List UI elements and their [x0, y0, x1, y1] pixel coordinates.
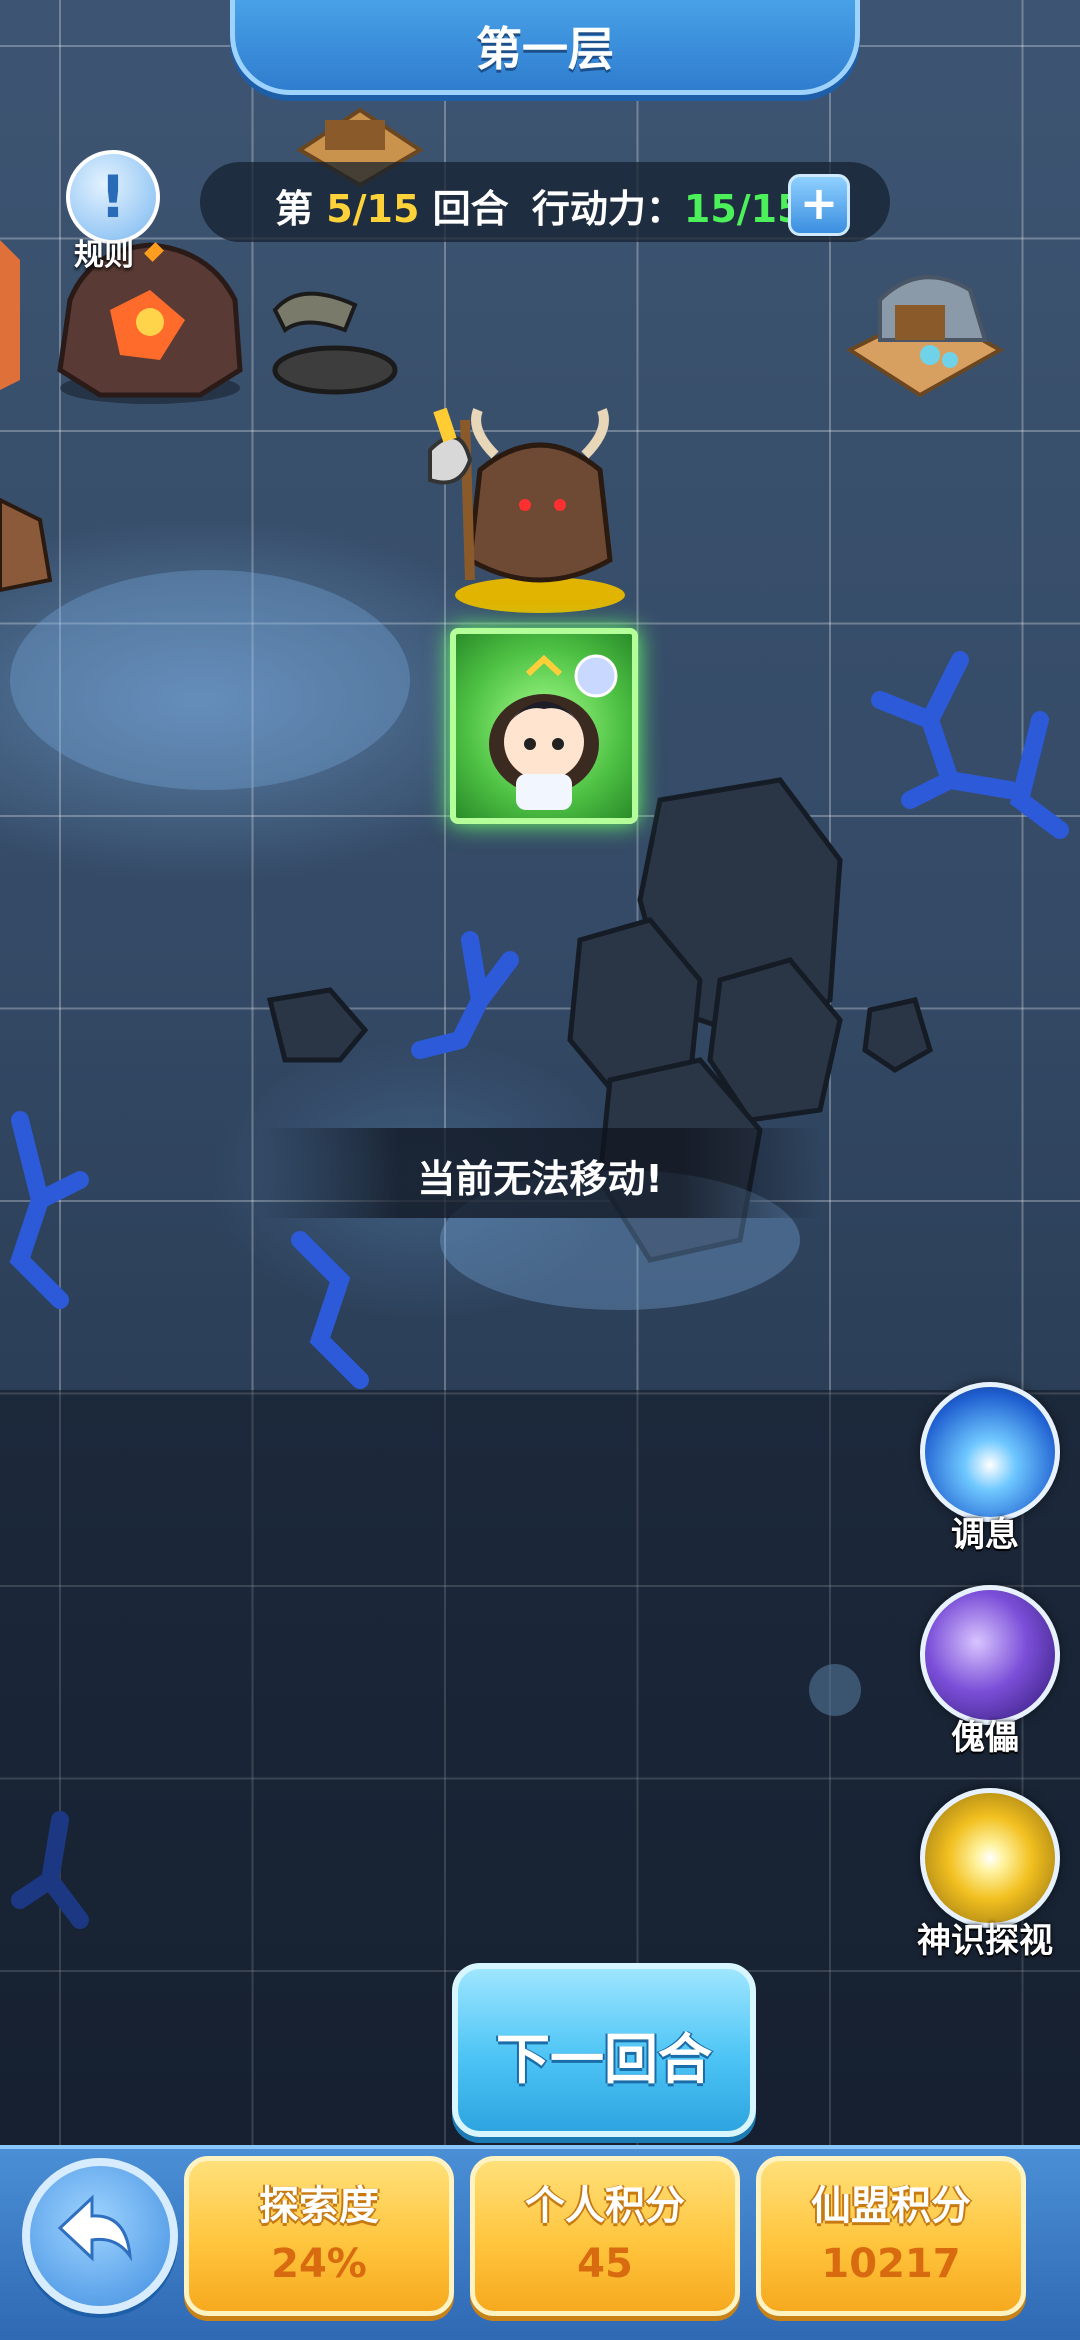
meditation-icon [920, 1382, 1060, 1522]
game-board[interactable]: 第一层 第 5/15 回合 行动力：15/15 + ! 规则 当前无法移动! 调… [0, 0, 1080, 2340]
round-counter: 5/15 [326, 187, 420, 231]
toast-message: 当前无法移动! [260, 1128, 820, 1218]
action-points-value: 15/15 [683, 187, 804, 231]
skill-puppet-label: 傀儡 [951, 1718, 1019, 1758]
eye-icon [920, 1788, 1060, 1928]
status-line: 第 5/15 回合 行动力：15/15 [275, 178, 804, 233]
skill-puppet-button[interactable]: 傀儡 [910, 1585, 1060, 1765]
stat-personal-score-value: 45 [577, 2241, 633, 2287]
toast-text: 当前无法移动! [417, 1157, 663, 1201]
round-suffix: 回合 [419, 187, 509, 231]
rules-label: 规则 [74, 238, 134, 273]
back-button[interactable] [22, 2158, 178, 2314]
level-title: 第一层 [476, 22, 614, 76]
round-prefix: 第 [275, 187, 327, 231]
round-status-bar: 第 5/15 回合 行动力：15/15 + [200, 162, 890, 242]
stat-personal-score: 个人积分 45 [470, 2156, 740, 2316]
stat-exploration: 探索度 24% [184, 2156, 454, 2316]
stat-personal-score-label: 个人积分 [525, 2183, 685, 2229]
stat-alliance-score-label: 仙盟积分 [811, 2183, 971, 2229]
rules-button[interactable]: ! 规则 [60, 150, 170, 273]
skill-divine-sense-label: 神识探视 [917, 1921, 1053, 1961]
skill-divine-sense-button[interactable]: 神识探视 [910, 1788, 1060, 1968]
next-round-label: 下一回合 [496, 2028, 712, 2091]
stat-exploration-value: 24% [271, 2241, 367, 2287]
next-round-button[interactable]: 下一回合 [452, 1963, 756, 2137]
player-tile[interactable] [450, 628, 638, 824]
skill-meditate-label: 调息 [951, 1515, 1019, 1555]
player-character-icon [489, 654, 618, 810]
skill-meditate-button[interactable]: 调息 [910, 1382, 1060, 1562]
stat-alliance-score: 仙盟积分 10217 [756, 2156, 1026, 2316]
add-action-points-button[interactable]: + [788, 174, 850, 236]
action-points-label: 行动力： [531, 187, 684, 231]
notification-dot-icon [144, 242, 164, 262]
stat-exploration-label: 探索度 [259, 2183, 379, 2229]
back-arrow-icon [57, 2194, 133, 2262]
puppet-icon [920, 1585, 1060, 1725]
stat-alliance-score-value: 10217 [821, 2241, 961, 2287]
level-title-banner: 第一层 [230, 0, 860, 95]
